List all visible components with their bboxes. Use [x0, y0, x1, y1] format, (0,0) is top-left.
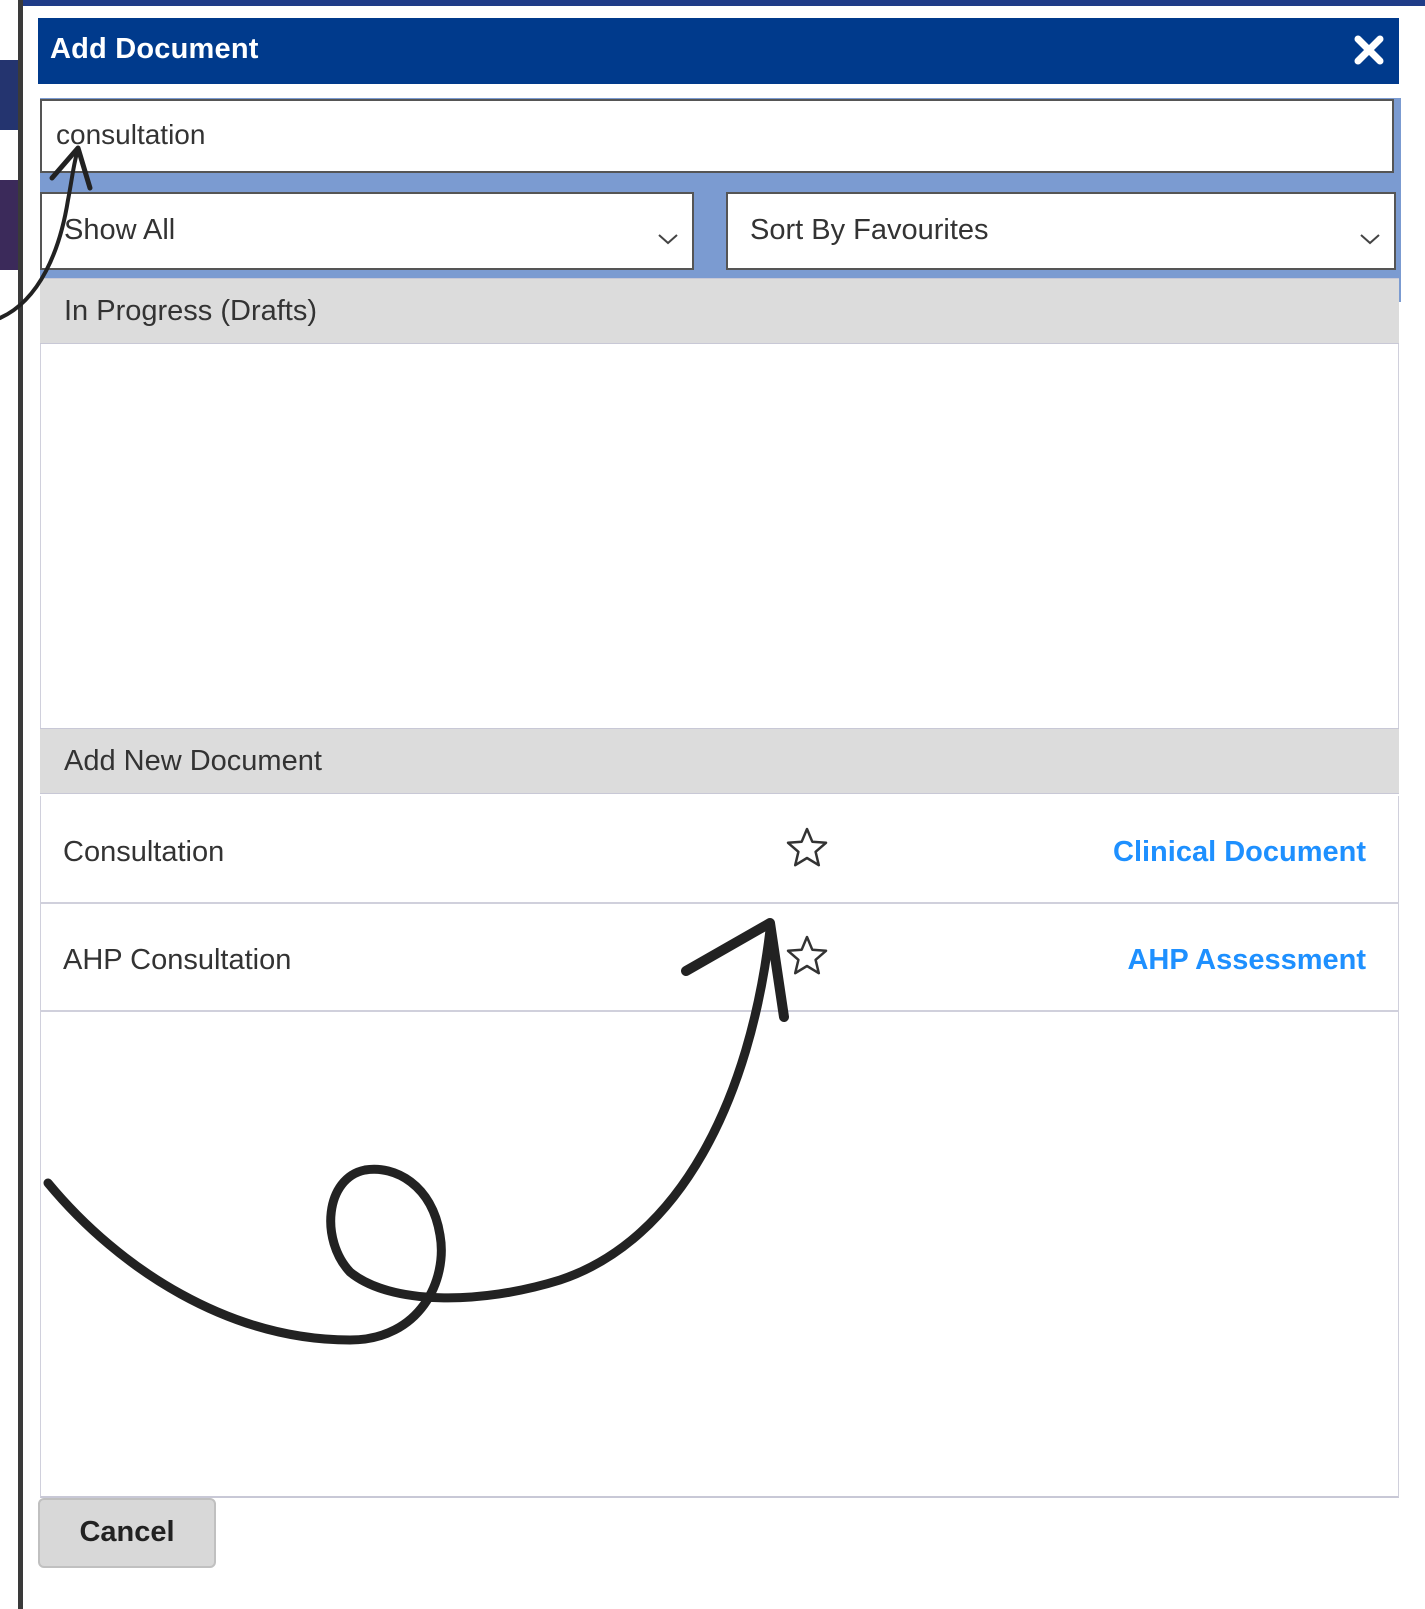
- show-filter-value: Show All: [64, 214, 176, 246]
- drafts-list: [40, 344, 1399, 746]
- sort-value: Sort By Favourites: [750, 214, 989, 246]
- cancel-button[interactable]: Cancel: [38, 1498, 216, 1568]
- show-filter-select[interactable]: Show All: [40, 192, 694, 270]
- dialog-title: Add Document: [50, 33, 259, 65]
- document-type-link[interactable]: Clinical Document: [1113, 836, 1366, 869]
- close-icon[interactable]: [1349, 30, 1389, 70]
- list-item[interactable]: AHP Consultation AHP Assessment: [41, 904, 1398, 1012]
- screenshot: Add Document consultation Show All Sort …: [0, 0, 1425, 1609]
- drafts-section-label: In Progress (Drafts): [64, 295, 317, 327]
- add-document-dialog: Add Document consultation Show All Sort …: [38, 18, 1401, 1603]
- dialog-titlebar: Add Document: [38, 18, 1399, 84]
- background-edge: [18, 0, 23, 1609]
- background-top-band: [20, 0, 1425, 6]
- chevron-down-icon: [656, 222, 680, 245]
- background-page: [0, 0, 1425, 1609]
- star-outline-icon[interactable]: [785, 934, 829, 978]
- search-input[interactable]: consultation: [40, 99, 1394, 173]
- star-outline-icon[interactable]: [785, 826, 829, 870]
- new-document-section-label: Add New Document: [64, 745, 322, 777]
- document-type-link[interactable]: AHP Assessment: [1127, 944, 1366, 977]
- document-name: Consultation: [63, 836, 225, 868]
- chevron-down-icon: [1358, 222, 1382, 245]
- list-item[interactable]: Consultation Clinical Document: [41, 796, 1398, 904]
- document-type-list: Consultation Clinical Document AHP Consu…: [40, 796, 1399, 1498]
- document-name: AHP Consultation: [63, 944, 292, 976]
- drafts-section-header: In Progress (Drafts): [40, 278, 1399, 344]
- sort-select[interactable]: Sort By Favourites: [726, 192, 1396, 270]
- new-document-section-header: Add New Document: [40, 728, 1399, 794]
